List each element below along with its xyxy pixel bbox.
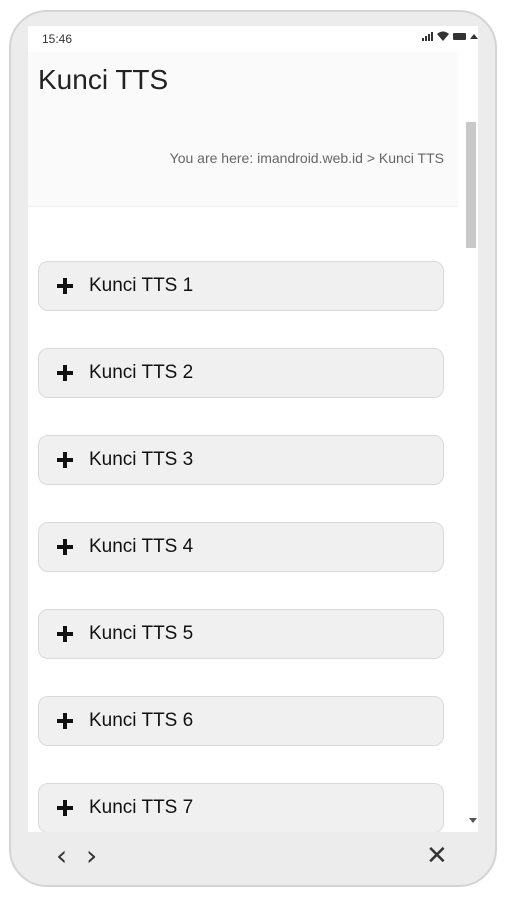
status-time: 15:46 xyxy=(42,32,73,46)
accordion-item[interactable]: Kunci TTS 2 xyxy=(38,348,444,398)
bottom-nav-bar: ‹ › ✕ xyxy=(28,832,478,880)
plus-icon xyxy=(57,713,73,729)
accordion-item-label: Kunci TTS 7 xyxy=(89,797,194,818)
battery-icon xyxy=(453,32,466,40)
breadcrumb[interactable]: You are here: imandroid.web.id > Kunci T… xyxy=(170,150,444,166)
accordion-item-label: Kunci TTS 2 xyxy=(89,362,194,383)
app-screen: 15:46 Kunci TTS You are here: imandroid.… xyxy=(28,26,478,832)
accordion-item-label: Kunci TTS 6 xyxy=(89,710,194,731)
plus-icon xyxy=(57,626,73,642)
accordion-item-label: Kunci TTS 3 xyxy=(89,449,194,470)
status-icons xyxy=(422,31,478,41)
accordion-item-label: Kunci TTS 5 xyxy=(89,623,194,644)
accordion-item[interactable]: Kunci TTS 4 xyxy=(38,522,444,572)
signal-icon xyxy=(422,31,433,41)
status-bar: 15:46 xyxy=(28,26,478,52)
forward-button[interactable]: › xyxy=(86,842,97,870)
back-button[interactable]: ‹ xyxy=(56,842,67,870)
accordion-item[interactable]: Kunci TTS 1 xyxy=(38,261,444,311)
page-title: Kunci TTS xyxy=(38,64,169,95)
accordion-item[interactable]: Kunci TTS 3 xyxy=(38,435,444,485)
plus-icon xyxy=(57,800,73,816)
close-button[interactable]: ✕ xyxy=(426,842,448,870)
page-header: Kunci TTS You are here: imandroid.web.id… xyxy=(28,52,458,207)
plus-icon xyxy=(57,452,73,468)
plus-icon xyxy=(57,365,73,381)
plus-icon xyxy=(57,278,73,294)
accordion-item[interactable]: Kunci TTS 5 xyxy=(38,609,444,659)
accordion-item[interactable]: Kunci TTS 7 xyxy=(38,783,444,832)
wifi-icon xyxy=(437,31,449,41)
caret-up-icon xyxy=(470,33,478,39)
plus-icon xyxy=(57,539,73,555)
scrollbar-thumb[interactable] xyxy=(466,122,476,248)
accordion-item[interactable]: Kunci TTS 6 xyxy=(38,696,444,746)
scroll-down-arrow-icon[interactable] xyxy=(469,818,477,823)
accordion-item-label: Kunci TTS 4 xyxy=(89,536,194,557)
accordion-item-label: Kunci TTS 1 xyxy=(89,275,194,296)
